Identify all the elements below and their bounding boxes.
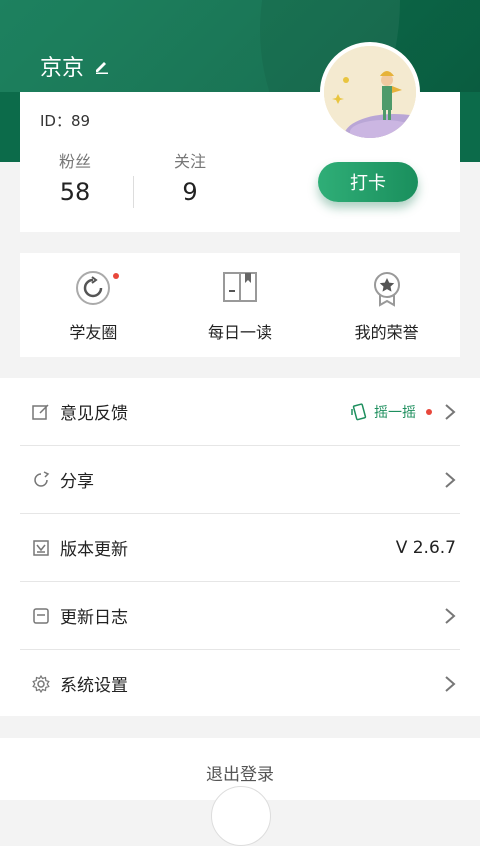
book-icon [223,272,257,302]
share-icon [34,470,50,487]
chevron-right-icon [445,471,456,488]
avatar[interactable] [320,42,420,142]
shake-feedback-link[interactable]: 摇一摇 [350,402,416,422]
nickname: 京京 [40,56,85,81]
quick-item-label: 学友圈 [69,323,118,342]
user-id: ID：89 [40,112,91,130]
menu-item-label: 版本更新 [60,540,128,560]
quick-access-card: 学友圈 每日一读 我的荣誉 [20,253,460,357]
edit-square-icon [32,403,49,420]
chevron-right-icon [445,403,456,420]
chevron-right-icon [445,607,456,624]
bottom-floating-button[interactable] [211,786,271,846]
quick-item-classmate-circle[interactable]: 学友圈 [20,253,167,357]
menu-item-changelog[interactable]: 更新日志 [20,582,460,650]
menu-item-system-settings[interactable]: 系统设置 [20,650,460,717]
notification-dot [113,273,119,279]
chevron-right-icon [445,675,456,692]
menu-item-label: 更新日志 [60,608,128,628]
fans-stat[interactable]: 粉丝 58 [35,148,115,206]
menu-item-feedback[interactable]: 意见反馈 摇一摇 [20,378,460,446]
version-number: V 2.6.7 [395,537,456,558]
log-icon [33,607,49,624]
menu-item-label: 系统设置 [60,676,128,696]
shake-label: 摇一摇 [374,404,416,421]
follow-label: 关注 [173,152,206,171]
fans-count: 58 [59,178,91,206]
phone-shake-icon [351,402,367,420]
gear-icon [32,674,50,693]
update-icon [33,539,49,556]
badge-icon [373,272,400,307]
menu-item-label: 分享 [60,472,94,492]
settings-menu: 意见反馈 摇一摇 分享 版本更新 V 2.6.7 更新日志 系统设置 [0,378,480,716]
quick-item-label: 每日一读 [208,323,273,342]
nickname-row[interactable]: 京京 [40,50,110,82]
quick-item-label: 我的荣誉 [354,323,419,342]
refresh-circle-icon [76,271,111,305]
edit-pencil-icon[interactable] [94,58,110,74]
little-prince-avatar-image [324,46,416,138]
stats-divider [133,176,134,208]
quick-item-daily-read[interactable]: 每日一读 [167,253,314,357]
follow-stat[interactable]: 关注 9 [150,148,230,206]
follow-count: 9 [182,178,198,206]
menu-item-label: 意见反馈 [60,404,128,424]
quick-item-my-honors[interactable]: 我的荣誉 [313,253,460,357]
fans-label: 粉丝 [58,152,91,171]
header-edge-left [0,92,20,162]
header-edge-right [460,92,480,162]
notification-dot [426,408,432,415]
menu-item-version-update[interactable]: 版本更新 V 2.6.7 [20,514,460,582]
checkin-button[interactable]: 打卡 [318,162,418,202]
menu-item-share[interactable]: 分享 [20,446,460,514]
